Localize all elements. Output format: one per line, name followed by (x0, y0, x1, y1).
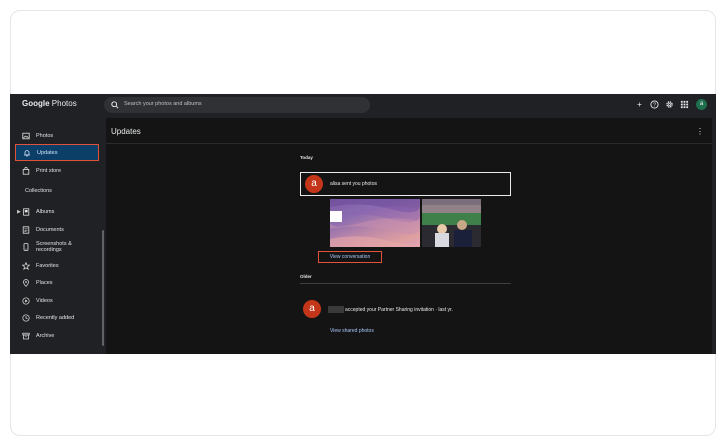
wave-pattern (330, 199, 420, 247)
sidebar-item-label: Documents (36, 226, 64, 233)
video-icon (22, 296, 30, 305)
search-input[interactable]: Search your photos and albums (124, 101, 202, 107)
account-avatar[interactable]: a (696, 99, 707, 110)
thumbnail-white-block (330, 211, 342, 222)
album-icon (23, 207, 30, 216)
apps-grid-icon[interactable] (680, 100, 689, 109)
stadium-scene (422, 199, 481, 247)
sidebar-item-recently-added[interactable]: Recently added (15, 309, 99, 326)
sidebar-item-places[interactable]: Places (15, 274, 99, 291)
older-divider (300, 283, 511, 284)
sidebar-item-label-line2: recordings (36, 247, 62, 253)
sidebar-item-updates[interactable]: Updates (15, 144, 99, 161)
section-today-label: Today (300, 155, 313, 160)
update-message: alisa sent you photos (330, 181, 377, 187)
sidebar-item-label: Archive (36, 332, 55, 339)
search-icon (111, 101, 119, 109)
section-older-label: Older (300, 274, 312, 279)
logo-rest: Photos (49, 99, 77, 108)
sidebar-item-photos[interactable]: Photos (15, 127, 99, 144)
shared-photo-thumbnail-1[interactable] (330, 199, 420, 247)
place-icon (23, 278, 29, 287)
sidebar-scrollbar[interactable] (102, 230, 104, 346)
search-bar[interactable]: Search your photos and albums (104, 97, 370, 113)
sidebar-item-label: Videos (36, 297, 53, 304)
top-bar: Google Photos Search your photos and alb… (10, 94, 716, 116)
google-photos-logo[interactable]: Google Photos (22, 99, 77, 108)
sidebar-item-label: Favorites (36, 262, 59, 269)
sidebar-item-label: Print store (36, 167, 62, 174)
sidebar-item-label: Updates (37, 149, 58, 156)
logo-bold: Google (22, 99, 50, 108)
redacted-name (328, 306, 344, 313)
svg-text:?: ? (653, 102, 656, 108)
photos-app: Google Photos Search your photos and alb… (10, 94, 716, 354)
plus-icon[interactable]: + (635, 100, 644, 109)
partner-update-message: accepted your Partner Sharing invitation… (345, 307, 453, 313)
sidebar-item-documents[interactable]: Documents (15, 221, 99, 238)
gear-icon[interactable] (665, 100, 674, 109)
partner-avatar[interactable]: a (303, 300, 321, 318)
view-conversation-button[interactable]: View conversation (318, 251, 382, 263)
sidebar-item-favorites[interactable]: Favorites (15, 257, 99, 274)
clock-icon (22, 313, 30, 322)
archive-icon (22, 332, 30, 339)
sidebar: Photos Updates Print store Collections ▶… (10, 120, 104, 354)
sidebar-item-albums[interactable]: Albums (15, 203, 99, 220)
sidebar-item-label: Albums (36, 208, 55, 215)
document-icon (22, 225, 30, 234)
header-divider (106, 143, 712, 144)
bag-icon (22, 166, 30, 175)
shared-photo-thumbnail-2[interactable] (422, 199, 481, 247)
sender-avatar[interactable]: a (305, 175, 323, 193)
sidebar-item-videos[interactable]: Videos (15, 292, 99, 309)
star-icon (22, 261, 30, 270)
sidebar-item-label: Recently added (36, 314, 75, 321)
collections-heading: Collections (25, 188, 52, 194)
help-icon[interactable]: ? (650, 100, 659, 109)
sidebar-item-screenshots[interactable]: Screenshots & recordings (15, 237, 99, 257)
sidebar-item-label: Photos (36, 132, 54, 139)
photo-icon (22, 132, 30, 139)
bell-icon (24, 149, 30, 157)
view-shared-photos-link[interactable]: View shared photos (330, 328, 374, 334)
sidebar-item-print-store[interactable]: Print store (15, 162, 99, 179)
sidebar-item-label: Screenshots & (36, 240, 72, 247)
sidebar-item-archive[interactable]: Archive (15, 327, 99, 344)
sidebar-item-label: Places (36, 279, 53, 286)
main-panel: Updates ⋮ Today a alisa sent you photos (106, 118, 712, 354)
more-options-icon[interactable]: ⋮ (696, 128, 704, 136)
screenshot-icon (23, 243, 29, 251)
page-title: Updates (111, 127, 141, 136)
